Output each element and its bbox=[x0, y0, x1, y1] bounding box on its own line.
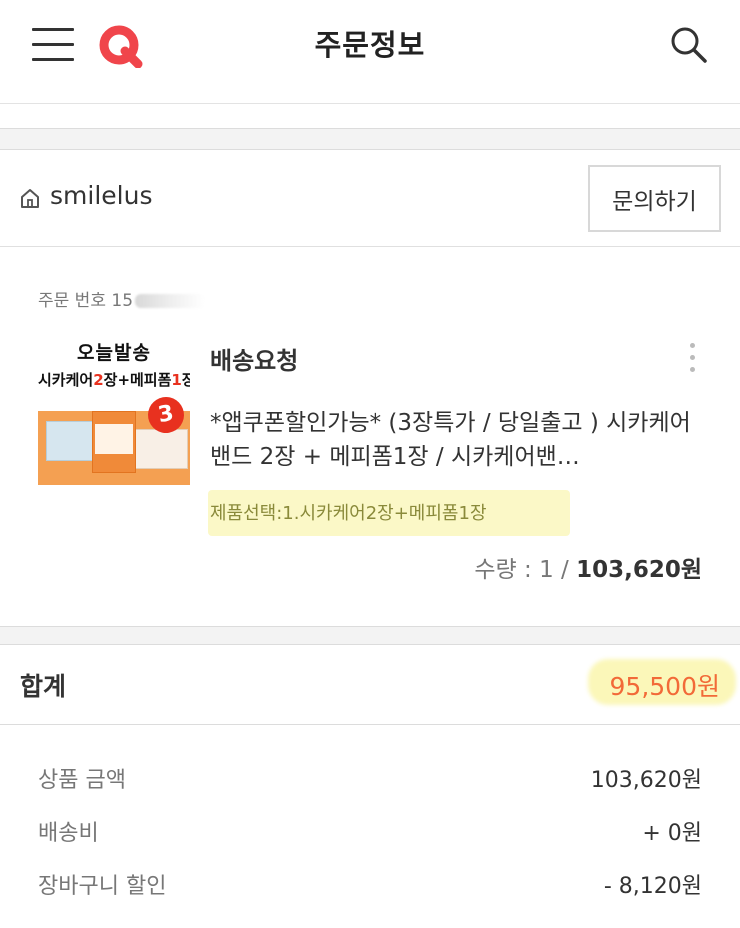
seller-row: smilelus 문의하기 bbox=[0, 150, 740, 247]
summary-row: 배송비 + 0원 bbox=[0, 809, 740, 849]
order-item-section: 주문 번호 15 오늘발송 시카케어2장+메피폼1장 3 배송요청 *앱쿠폰할인… bbox=[0, 248, 740, 626]
summary-value: 103,620원 bbox=[590, 768, 702, 793]
order-number: 주문 번호 15 bbox=[38, 286, 206, 311]
quantity-price: 수량 : 1 / 103,620원 bbox=[474, 550, 702, 584]
item-price: 103,620원 bbox=[576, 557, 702, 583]
product-box-cicacare bbox=[92, 411, 136, 473]
order-number-value: 15 bbox=[111, 291, 134, 311]
page-title: 주문정보 bbox=[314, 28, 426, 62]
redacted-order-number bbox=[135, 294, 206, 308]
seller-name[interactable]: smilelus bbox=[50, 181, 152, 210]
thumbnail-subline: 시카케어2장+메피폼1장 bbox=[38, 371, 190, 389]
home-icon[interactable] bbox=[19, 187, 41, 209]
total-row: 합계 95,500원 bbox=[0, 645, 740, 725]
order-number-label: 주문 번호 bbox=[38, 291, 106, 311]
summary-row: 상품 금액 103,620원 bbox=[0, 756, 740, 796]
section-divider bbox=[0, 626, 740, 645]
product-title[interactable]: *앱쿠폰할인가능* (3장특가 / 당일출고 ) 시카케어 밴드 2장 + 메피… bbox=[210, 406, 700, 474]
thumbnail-headline: 오늘발송 bbox=[77, 342, 151, 364]
product-option: 제품선택:1.시카케어2장+메피폼1장 bbox=[210, 503, 487, 524]
summary-value: + 0원 bbox=[642, 821, 702, 846]
quantity-text: 수량 : 1 / bbox=[474, 557, 577, 583]
summary-row: 장바구니 할인 - 8,120원 bbox=[0, 862, 740, 902]
total-label: 합계 bbox=[20, 672, 67, 701]
order-status: 배송요청 bbox=[210, 347, 299, 375]
product-thumbnail[interactable]: 오늘발송 시카케어2장+메피폼1장 3 bbox=[38, 333, 190, 485]
inquiry-button[interactable]: 문의하기 bbox=[588, 165, 721, 232]
app-header: 주문정보 bbox=[0, 0, 740, 104]
summary-label: 상품 금액 bbox=[38, 768, 126, 793]
section-divider bbox=[0, 128, 740, 150]
search-icon[interactable] bbox=[668, 24, 710, 66]
summary-value: - 8,120원 bbox=[603, 874, 702, 899]
more-options-icon[interactable] bbox=[683, 341, 703, 375]
summary-label: 장바구니 할인 bbox=[38, 874, 167, 899]
total-amount: 95,500원 bbox=[609, 672, 720, 701]
summary-label: 배송비 bbox=[38, 821, 99, 846]
